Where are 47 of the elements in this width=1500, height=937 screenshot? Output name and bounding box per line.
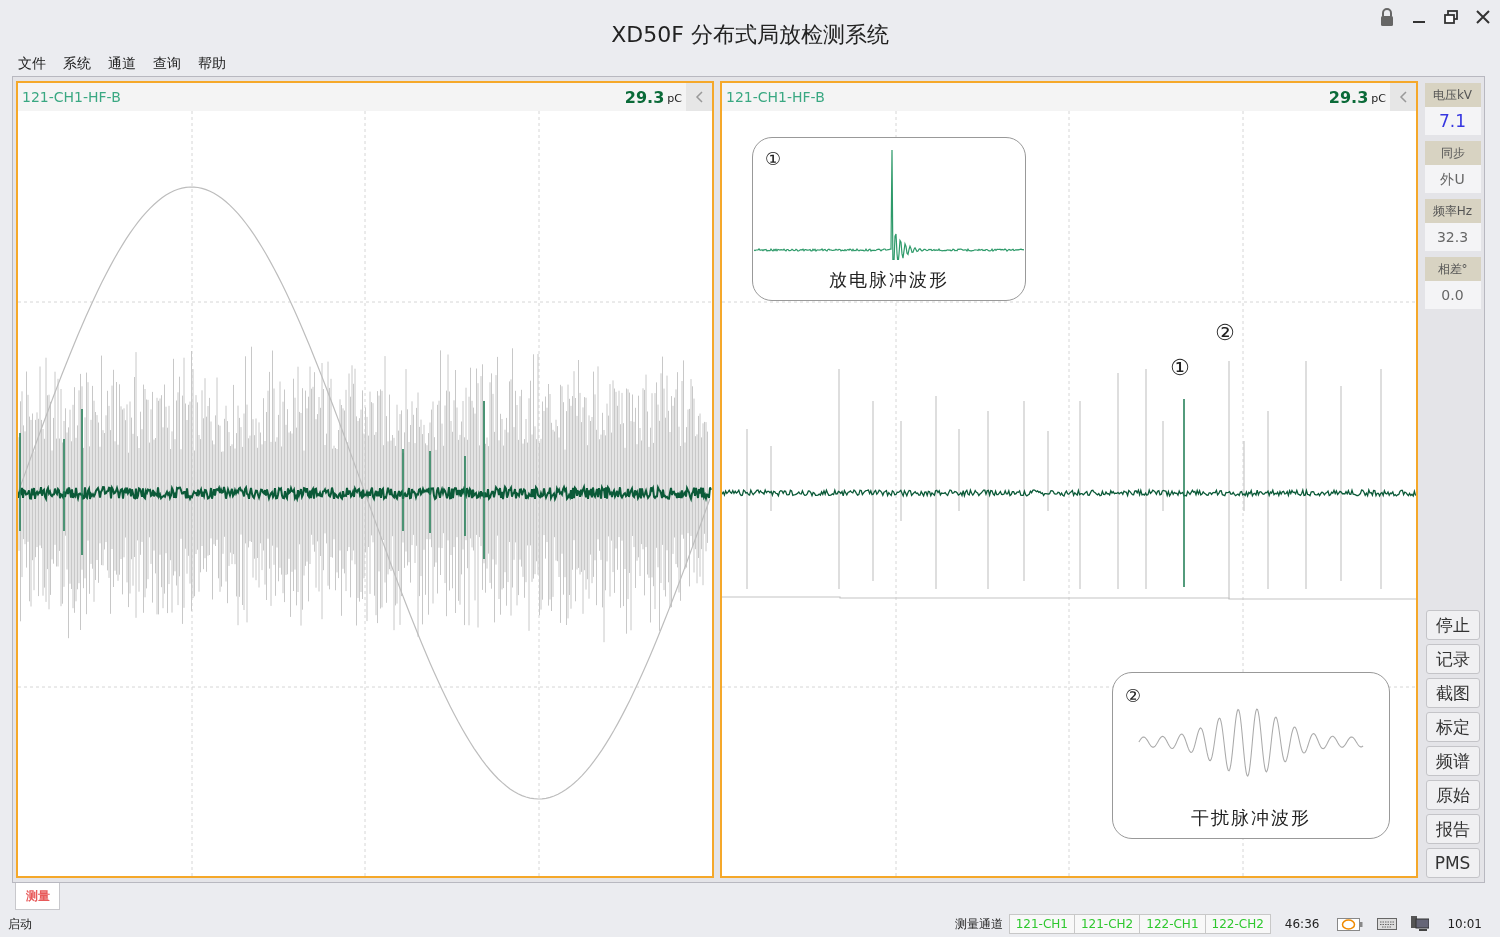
tab[interactable]: 测量: [15, 883, 60, 910]
lock-icon[interactable]: [1380, 8, 1394, 26]
inset-number: ①: [765, 148, 782, 169]
reading-value: 外U: [1424, 165, 1481, 193]
status-text: 启动: [8, 915, 32, 933]
menu-item[interactable]: 通道: [108, 55, 136, 73]
inset-caption: 放电脉冲波形: [829, 268, 949, 292]
peak-value: 29.3: [624, 87, 665, 107]
reading-value: 7.1: [1424, 107, 1481, 135]
close-icon[interactable]: [1476, 10, 1490, 24]
side-button[interactable]: 停止: [1425, 610, 1480, 640]
peak-value: 29.3: [1328, 87, 1369, 107]
inset-caption: 干扰脉冲波形: [1191, 806, 1311, 830]
menu-item[interactable]: 查询: [153, 55, 181, 73]
unit-label: pC: [1371, 91, 1386, 105]
battery-icon: [1337, 917, 1364, 931]
side-button[interactable]: 标定: [1425, 712, 1480, 742]
window-title: XD50F 分布式局放检测系统: [611, 21, 889, 49]
side-button[interactable]: PMS: [1425, 848, 1480, 878]
spike-marker: ①: [1170, 357, 1190, 379]
reading-value: 32.3: [1424, 223, 1481, 251]
reading-label: 频率Hz: [1424, 199, 1481, 223]
channel-name: 121-CH1-HF-B: [726, 89, 826, 105]
reading-label: 同步: [1424, 141, 1481, 165]
inset-number: ②: [1125, 685, 1142, 706]
keyboard-icon: [1377, 918, 1398, 930]
channel-name: 121-CH1-HF-B: [22, 89, 122, 105]
reading-label: 电压kV: [1424, 83, 1481, 107]
reading-value: 0.0: [1424, 281, 1481, 309]
chevron-left-icon: [695, 91, 703, 103]
elapsed-time: 46:36: [1284, 917, 1320, 931]
spike-marker: ②: [1215, 322, 1235, 344]
side-button[interactable]: 截图: [1425, 678, 1480, 708]
menu-item[interactable]: 系统: [63, 55, 91, 73]
channels-label: 测量通道: [954, 915, 1003, 933]
chevron-left-icon: [1399, 91, 1407, 103]
reading-label: 相差°: [1424, 257, 1481, 281]
restore-icon[interactable]: [1444, 10, 1458, 24]
side-button[interactable]: 频谱: [1425, 746, 1480, 776]
menu-item[interactable]: 文件: [18, 55, 46, 73]
clock: 10:01: [1447, 917, 1482, 931]
side-button[interactable]: 记录: [1425, 644, 1480, 674]
menu-item[interactable]: 帮助: [198, 55, 226, 73]
unit-label: pC: [667, 91, 682, 105]
side-button[interactable]: 报告: [1425, 814, 1480, 844]
computer-icon: [1411, 916, 1430, 932]
side-button[interactable]: 原始: [1425, 780, 1480, 810]
